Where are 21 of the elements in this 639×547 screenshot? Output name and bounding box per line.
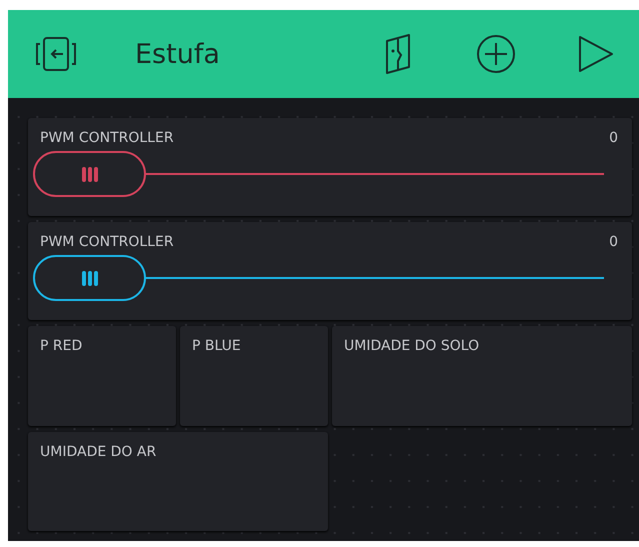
slider-thumb[interactable] [33,151,146,197]
display-widget[interactable]: P RED [28,326,176,426]
add-icon[interactable] [476,34,516,74]
display-widget[interactable]: UMIDADE DO AR [28,432,328,531]
display-widget[interactable]: UMIDADE DO SOLO [332,326,632,426]
slider-widget[interactable]: PWM CONTROLLER 0 [28,118,632,216]
door-icon[interactable] [384,33,412,75]
slider-thumb[interactable] [33,255,146,301]
slider-value: 0 [609,130,618,146]
display-widget[interactable]: P BLUE [180,326,328,426]
exit-icon[interactable] [35,36,77,72]
slider-widget[interactable]: PWM CONTROLLER 0 [28,222,632,320]
widget-label: UMIDADE DO SOLO [344,338,480,354]
widget-label: P BLUE [192,338,241,354]
widget-label: PWM CONTROLLER [40,130,174,146]
widget-label: P RED [40,338,82,354]
slider-value: 0 [609,234,618,250]
project-title: Estufa [135,38,221,70]
play-icon[interactable] [578,35,614,73]
widget-label: UMIDADE DO AR [40,444,156,460]
widget-label: PWM CONTROLLER [40,234,174,250]
